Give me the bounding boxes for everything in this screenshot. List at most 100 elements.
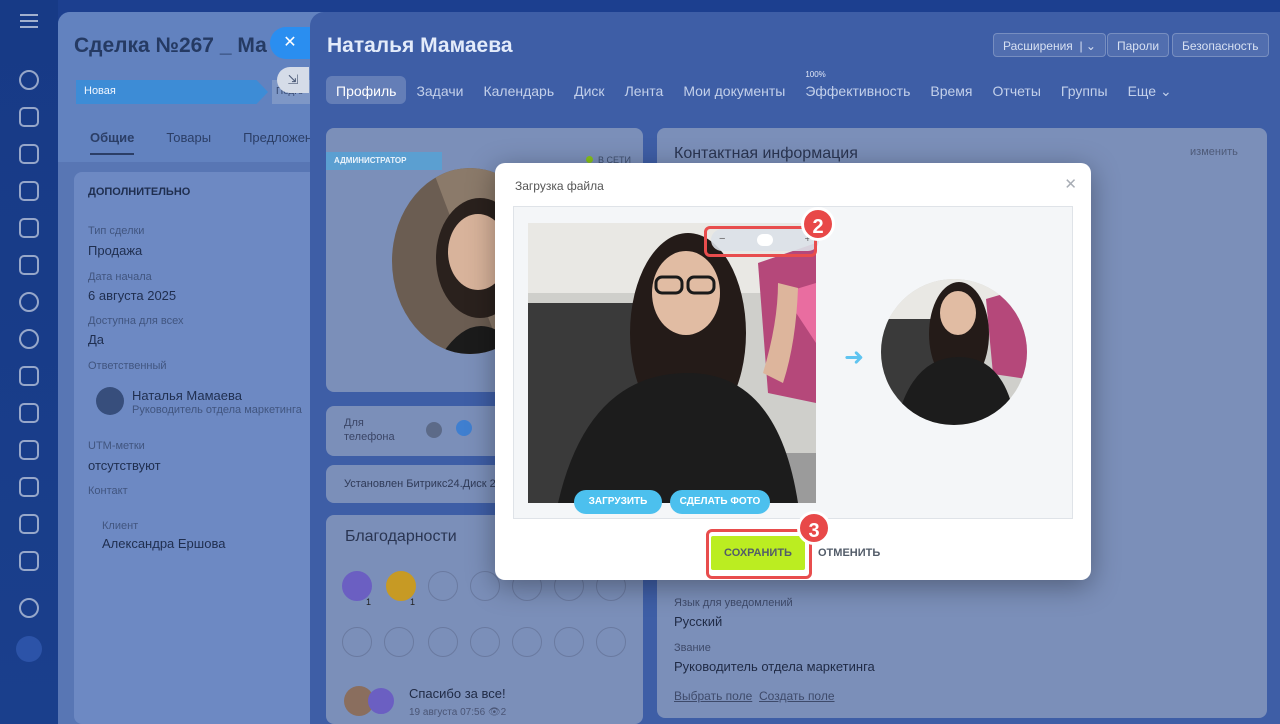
lang-value: Русский — [674, 614, 723, 629]
tab-profile[interactable]: Профиль — [326, 76, 407, 104]
tasks-icon[interactable] — [19, 107, 39, 127]
contact-title: Контактная информация — [674, 145, 858, 162]
activity-icon[interactable] — [19, 70, 39, 90]
smile-icon[interactable] — [596, 627, 626, 657]
passwords-button[interactable]: Пароли — [1107, 33, 1170, 57]
user-avatar[interactable] — [16, 636, 42, 662]
step-marker: 3 — [797, 511, 831, 545]
tab-calendar[interactable]: Календарь — [473, 76, 564, 104]
minimize-icon: ⇲ — [287, 72, 299, 87]
field-label: Тип сделки — [88, 225, 145, 237]
tab-groups[interactable]: Группы — [1051, 76, 1118, 104]
zoom-highlight — [704, 226, 817, 257]
take-photo-button[interactable]: СДЕЛАТЬ ФОТО — [670, 490, 770, 514]
client-name[interactable]: Александра Ершова — [102, 536, 225, 551]
post-date-text: 19 августа 07:56 — [409, 707, 486, 718]
extensions-label: Расширения — [1003, 39, 1073, 53]
chevron-down-icon: ⌄ — [1159, 83, 1172, 99]
extensions-button[interactable]: Расширения | ⌄ — [993, 33, 1106, 57]
installed-text: Установлен Битрикс24.Диск 25. — [344, 478, 505, 490]
dialog-title: Загрузка файла — [515, 179, 604, 193]
beer-icon[interactable] — [512, 627, 542, 657]
like-badge-icon — [368, 688, 394, 714]
bot-icon[interactable] — [19, 477, 39, 497]
heart-icon[interactable] — [470, 627, 500, 657]
choose-field-link[interactable]: Выбрать поле — [674, 689, 752, 703]
menu-icon[interactable] — [20, 14, 38, 28]
contact-label: Контакт — [88, 485, 128, 497]
tab-efficiency[interactable]: 100% Эффективность — [795, 70, 920, 104]
tab-general[interactable]: Общие — [90, 130, 135, 155]
close-icon: ✕ — [283, 34, 297, 51]
settings-icon[interactable] — [19, 598, 39, 618]
trophy-count: 1 — [410, 597, 416, 607]
eye-icon: 👁 — [487, 707, 501, 718]
tab-products[interactable]: Товары — [166, 130, 211, 155]
source-photo-image — [528, 223, 816, 503]
rank-value: Руководитель отдела маркетинга — [674, 659, 875, 674]
like-count: 1 — [366, 597, 372, 607]
efficiency-badge: 100% — [805, 70, 826, 79]
create-field-link[interactable]: Создать поле — [759, 689, 835, 703]
crm-icon[interactable] — [19, 181, 39, 201]
source-photo[interactable] — [528, 223, 816, 503]
checklist-icon[interactable] — [19, 403, 39, 423]
field-value[interactable]: 6 августа 2025 — [88, 288, 176, 303]
responsible-role: Руководитель отдела маркетинга — [132, 404, 302, 416]
tab-feed[interactable]: Лента — [615, 76, 674, 104]
chevron-down-icon: | ⌄ — [1076, 39, 1096, 53]
security-button[interactable]: Безопасность — [1172, 33, 1269, 57]
deal-tabs: Общие Товары Предложен — [90, 130, 312, 155]
tab-time[interactable]: Время — [920, 76, 982, 104]
utm-label: UTM-метки — [88, 440, 145, 452]
one-icon[interactable] — [342, 627, 372, 657]
android-icon[interactable] — [426, 422, 442, 438]
stage-new[interactable]: Новая — [76, 80, 268, 104]
star-icon[interactable] — [428, 627, 458, 657]
field-value[interactable]: Да — [88, 332, 104, 347]
client-label: Клиент — [102, 520, 139, 532]
tab-efficiency-label: Эффективность — [805, 83, 911, 99]
tab-more[interactable]: Еще ⌄ — [1118, 76, 1182, 104]
documents-icon[interactable] — [19, 218, 39, 238]
post-views: 2 — [500, 707, 507, 718]
gift-icon[interactable] — [428, 571, 458, 601]
profile-tabs: Профиль Задачи Календарь Диск Лента Мои … — [326, 70, 1182, 104]
responsible-avatar[interactable] — [96, 387, 124, 415]
admin-badge: АДМИНИСТРАТОР — [326, 152, 442, 170]
marketing-icon[interactable] — [19, 292, 39, 312]
avatar-preview-image — [881, 279, 1027, 425]
cart-icon[interactable] — [19, 551, 39, 571]
flower-icon[interactable] — [554, 627, 584, 657]
tab-reports[interactable]: Отчеты — [983, 76, 1051, 104]
avatar-preview — [881, 279, 1027, 425]
field-value[interactable]: Продажа — [88, 243, 142, 258]
sign-icon[interactable] — [19, 366, 39, 386]
responsible-name[interactable]: Наталья Мамаева — [132, 388, 242, 403]
field-label: Доступна для всех — [88, 315, 184, 327]
contacts-icon[interactable] — [19, 329, 39, 349]
left-icon-rail — [0, 0, 58, 724]
minimize-slider-button[interactable]: ⇲ — [277, 67, 309, 93]
appstore-icon[interactable] — [456, 420, 472, 436]
money-icon[interactable] — [470, 571, 500, 601]
field-label: Ответственный — [88, 360, 167, 372]
chat-icon[interactable] — [19, 144, 39, 164]
step-marker: 2 — [801, 207, 835, 241]
calendar-icon[interactable] — [19, 440, 39, 460]
upload-button[interactable]: ЗАГРУЗИТЬ — [574, 490, 662, 514]
tab-disk[interactable]: Диск — [564, 76, 614, 104]
tab-offers[interactable]: Предложен — [243, 130, 312, 155]
edit-link[interactable]: изменить — [1190, 146, 1238, 158]
arrow-right-icon: ➜ — [844, 344, 865, 371]
sites-icon[interactable] — [19, 255, 39, 275]
close-icon[interactable]: ✕ — [1064, 175, 1077, 193]
flag-icon[interactable] — [384, 627, 414, 657]
card-icon[interactable] — [19, 514, 39, 534]
tab-tasks[interactable]: Задачи — [406, 76, 473, 104]
rank-label: Звание — [674, 642, 711, 654]
deal-title: Сделка №267 _ Ма — [74, 34, 267, 57]
tab-my-documents[interactable]: Мои документы — [673, 76, 795, 104]
close-slider-button[interactable]: ✕ — [270, 27, 310, 59]
cancel-button[interactable]: ОТМЕНИТЬ — [818, 547, 880, 559]
